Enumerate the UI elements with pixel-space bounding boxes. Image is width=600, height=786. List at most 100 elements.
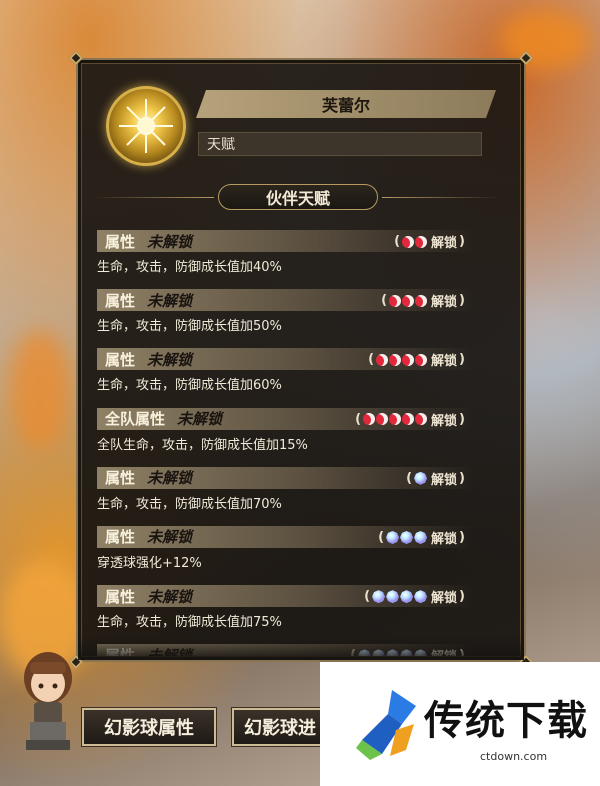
talent-description: 全队生命，攻击，防御成长值加15% [97,437,308,453]
star-gem-icon [414,471,428,485]
unlock-label: 解锁 [431,472,458,488]
unlock-requirement: ( 解锁) [378,528,465,547]
talent-list[interactable]: 属性 未解锁(解锁) 生命，攻击，防御成长值加40% 属性 未解锁(解锁) 生命，攻击，防… [97,230,487,656]
paren: ( [394,234,401,249]
crescent-moon-icon [402,235,415,248]
talent-lock-status: 未解锁 [147,587,193,606]
talent-row[interactable]: 属性 未解锁 ( 解锁) 生命，攻击，防御成长值加60% [97,348,487,407]
crescent-moon-icon [402,353,415,366]
talent-lock-status: 未解锁 [147,291,193,310]
talent-lock-status: 未解锁 [147,469,193,488]
talent-description: 生命，攻击，防御成长值加70% [97,496,282,512]
unlock-label: 解锁 [431,413,458,429]
divider [92,197,214,198]
talent-lock-status: 未解锁 [147,232,193,251]
talent-name: 属性 [105,232,136,251]
crescent-moon-icon [415,235,428,248]
paren: ) [459,234,465,249]
talent-row[interactable]: 属性 未解锁 ( 解锁) 生命，攻击，防御成长值加50% [97,289,487,348]
talent-header: 属性未解锁 ( 解锁) [97,585,475,608]
watermark-url: ctdown.com [480,750,548,763]
star-gem-icon [400,590,414,604]
talent-header: 属性未解锁 ( 解锁) [97,230,475,252]
paren: ( [355,411,362,427]
paren: ( [381,293,388,309]
talent-lock-status: 未解锁 [177,410,223,429]
crescent-moon-icon [402,413,415,426]
paren: ( [406,470,413,486]
unlock-label: 解锁 [431,531,458,547]
background-flame [10,330,70,450]
talent-name: 属性 [105,469,136,488]
paren: ) [459,293,465,309]
talent-description: 穿透球强化+12% [97,555,202,571]
crescent-moon-icon [389,353,402,366]
talent-name: 属性 [105,528,136,547]
crescent-moon-icon [376,413,389,426]
paren: ) [459,352,465,368]
unlock-label: 解锁 [431,591,458,607]
talent-name: 属性 [105,587,136,606]
character-name: 芙蕾尔 [196,90,496,118]
crescent-moon-icon [402,294,415,307]
crescent-moon-icon [415,294,428,307]
crescent-moon-icon [363,413,376,426]
star-gem-icon [400,530,414,544]
talent-description: 生命，攻击，防御成长值加60% [97,378,282,394]
talent-description: 生命，攻击，防御成长值加50% [97,319,282,335]
paren: ) [459,589,465,605]
talent-subtitle: 天赋 [198,132,482,156]
crescent-moon-icon [389,294,402,307]
unlock-requirement: ( 解锁) [355,410,465,429]
talent-header: 属性未解锁 ( 解锁) [97,348,475,371]
watermark-logo-icon [356,690,416,760]
panel-corner-ornament [68,50,84,66]
unlock-requirement: ( 解锁) [364,587,465,606]
talent-row[interactable]: 属性 未解锁 ( 解锁) 生命，攻击，防御成长值加40% [97,230,487,289]
divider [382,197,500,198]
star-gem-icon [386,530,400,544]
star-gem-icon [414,590,428,604]
talent-name: 全队属性 [105,410,166,429]
partner-avatar[interactable] [16,644,80,754]
unlock-requirement: ( 解锁) [368,350,465,369]
crescent-moon-icon [415,353,428,366]
paren: ( [364,589,371,605]
talent-name: 属性 [105,291,136,310]
paren: ( [368,352,375,368]
talent-header: 属性未解锁 ( 解锁) [97,466,475,489]
star-gem-icon [414,530,428,544]
talent-description: 生命，攻击，防御成长值加75% [97,615,282,631]
crescent-moon-icon [389,413,402,426]
crescent-moon-icon [376,353,389,366]
unlock-label: 解锁 [431,354,458,370]
star-gem-icon [386,590,400,604]
talent-lock-status: 未解锁 [147,528,193,547]
talent-star-emblem-icon [106,86,186,166]
paren: ( [378,529,385,545]
talent-row[interactable]: 属性 未解锁 ( 解锁) 生命，攻击，防御成长值加70% [97,466,487,526]
paren: ) [459,529,465,545]
crescent-moon-icon [415,413,428,426]
unlock-requirement: ( 解锁) [406,469,465,488]
talent-row[interactable]: 属性 未解锁 ( 解锁) 穿透球强化+12% [97,525,487,585]
talent-lock-status: 未解锁 [147,350,193,369]
list-fade [78,636,524,660]
unlock-label: 解锁 [431,236,458,251]
star-gem-icon [372,590,386,604]
talent-name: 属性 [105,350,136,369]
talent-row[interactable]: 全队属性 未解锁 ( 解锁) 全队生命，攻击，防御成长值加15% [97,407,487,467]
unlock-label: 解锁 [431,295,458,311]
section-title: 伙伴天赋 [218,184,378,210]
phantom-ball-attributes-button[interactable]: 幻影球属性 [81,707,217,747]
watermark-title: 传统下载 [424,698,588,744]
watermark: 传统下载 ctdown.com [320,662,600,786]
talent-header: 全队属性 未解锁 ( 解锁) [97,407,475,430]
paren: ) [459,470,465,486]
paren: ) [459,411,465,427]
talent-description: 生命，攻击，防御成长值加40% [97,260,282,275]
unlock-requirement: ( 解锁) [381,291,465,310]
unlock-requirement: ( 解锁) [394,232,465,251]
talent-header: 属性未解锁 ( 解锁) [97,289,475,312]
talent-header: 属性未解锁 ( 解锁) [97,525,475,548]
